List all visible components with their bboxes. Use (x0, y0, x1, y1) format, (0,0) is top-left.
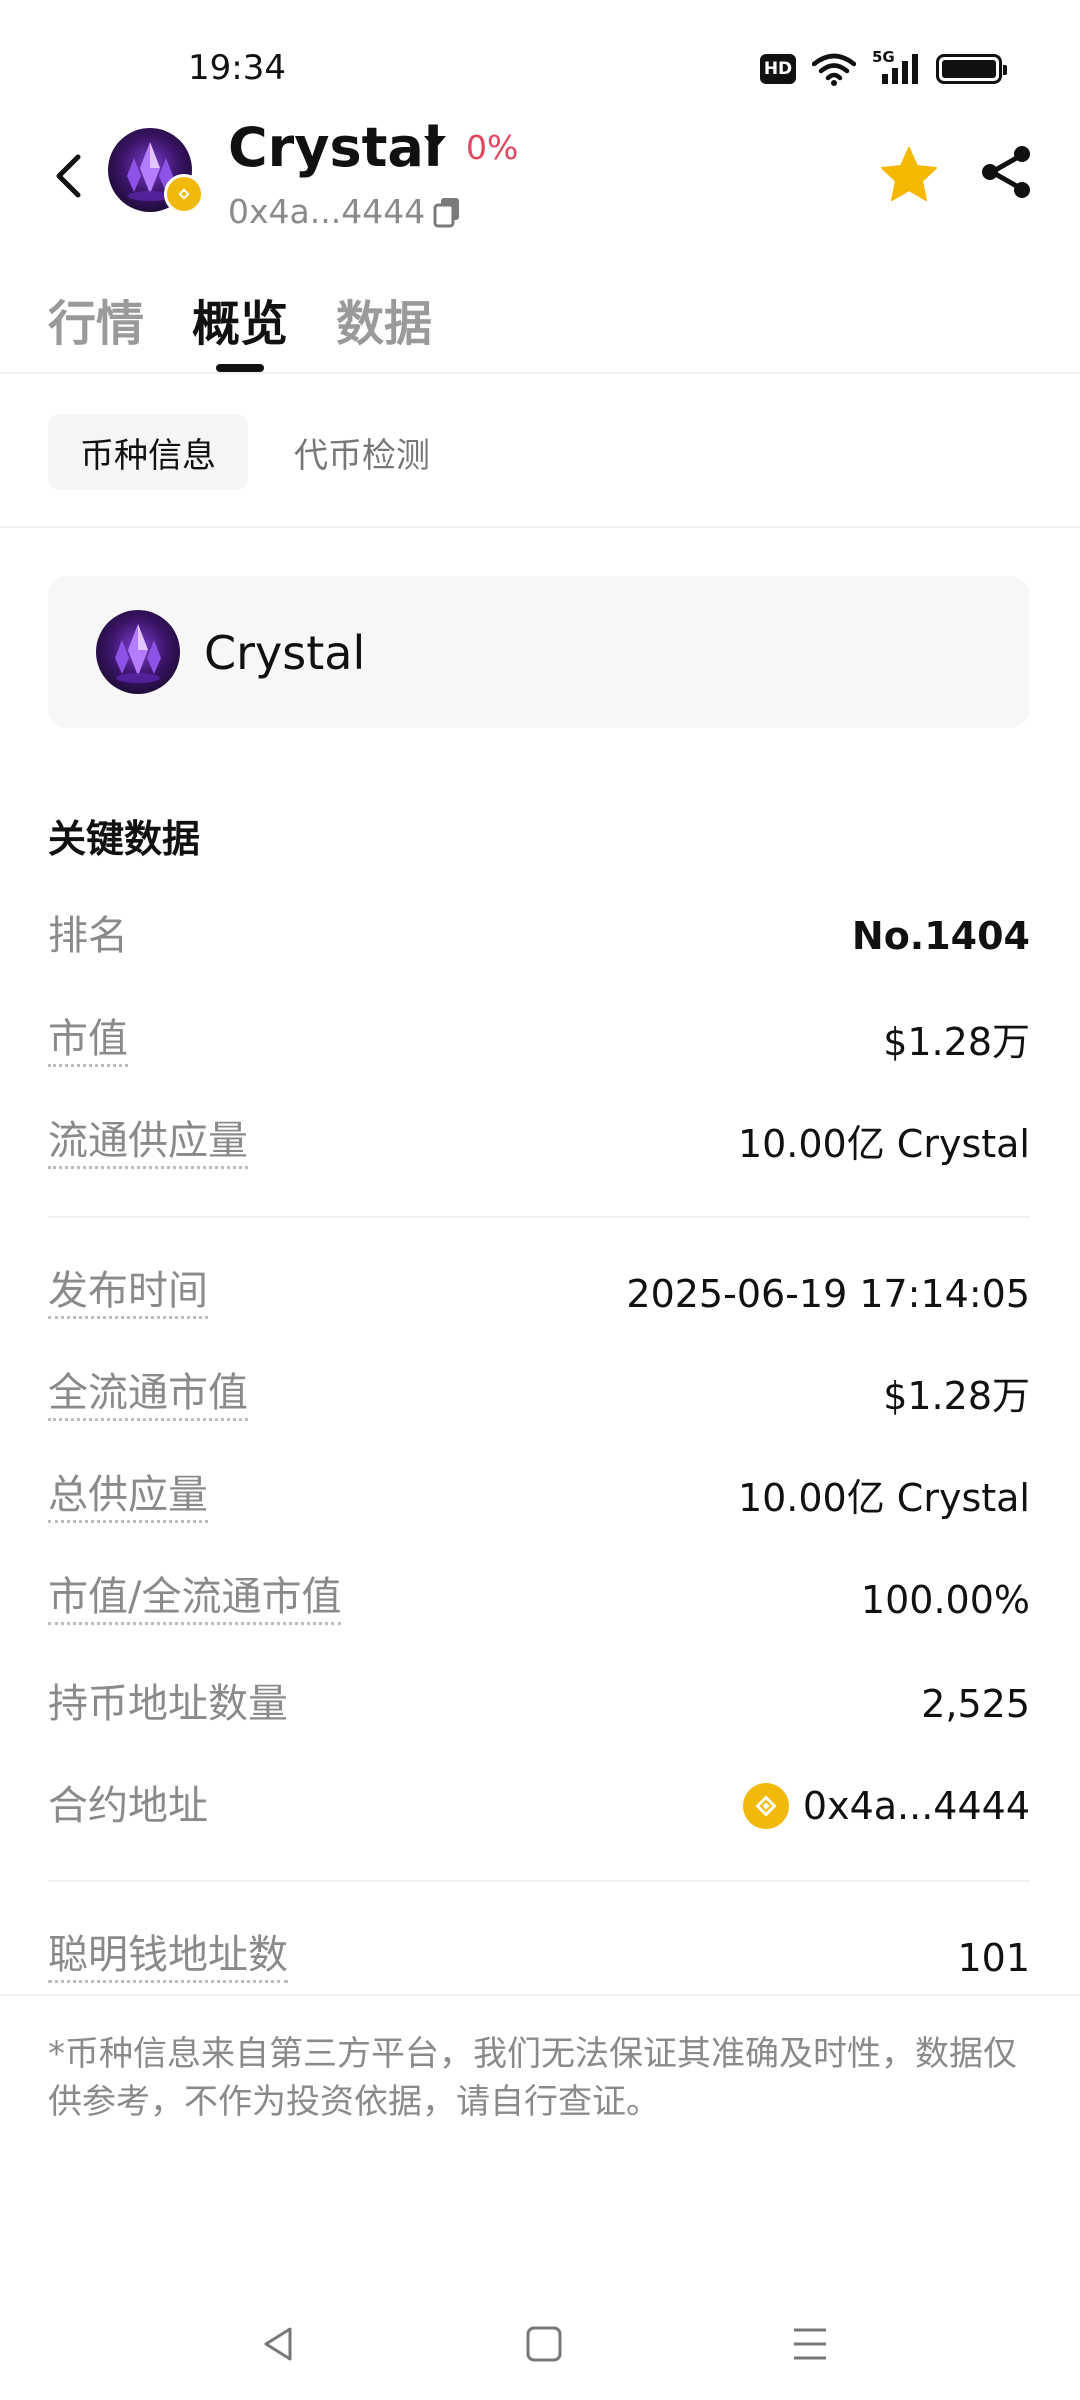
row-total-supply: 总供应量 10.00亿 Crystal (48, 1470, 1030, 1530)
row-contract-address: 合约地址 0x4a...4444 (48, 1778, 1030, 1838)
row-label[interactable]: 流通供应量 (48, 1116, 248, 1169)
row-value: 2025-06-19 17:14:05 (626, 1272, 1030, 1316)
system-nav-bar (0, 2280, 1080, 2400)
crystal-logo-icon (115, 624, 161, 683)
row-label: 合约地址 (48, 1783, 208, 1829)
subtab-token-check[interactable]: 代币检测 (262, 414, 462, 490)
contract-address-text: 0x4a...4444 (802, 1784, 1030, 1828)
active-tab-indicator (216, 364, 264, 372)
square-home-icon (526, 2326, 562, 2362)
row-label[interactable]: 发布时间 (48, 1266, 208, 1319)
row-label: 持币地址数量 (48, 1681, 288, 1727)
row-circulating-supply: 流通供应量 10.00亿 Crystal (48, 1116, 1030, 1176)
bnb-chain-icon (742, 1783, 789, 1829)
signal-icon: 5G (872, 48, 920, 86)
row-rank: 排名 No.1404 (48, 908, 1030, 968)
battery-icon (936, 54, 1007, 84)
subtab-coin-info[interactable]: 币种信息 (48, 414, 248, 490)
contract-address: 0x4a...4444 (228, 192, 426, 231)
row-fdv: 全流通市值 $1.28万 (48, 1368, 1030, 1428)
triangle-back-icon (264, 2327, 292, 2361)
token-header: Crystal 0% 0x4a...4444 (0, 110, 1080, 250)
key-data-title: 关键数据 (48, 817, 201, 861)
row-label[interactable]: 市值/全流通市值 (48, 1572, 342, 1625)
row-value: 100.00% (860, 1578, 1030, 1622)
card-token-name: Crystal (204, 626, 366, 680)
row-value: 101 (957, 1936, 1030, 1980)
bnb-chain-badge-icon (164, 174, 204, 214)
row-smart-money: 聪明钱地址数 101 (48, 1930, 1030, 1990)
back-button[interactable] (46, 146, 90, 206)
divider (48, 1216, 1030, 1218)
tab-market[interactable]: 行情 (48, 284, 144, 354)
divider (0, 1994, 1080, 1996)
row-label[interactable]: 聪明钱地址数 (48, 1930, 288, 1983)
row-market-cap: 市值 $1.28万 (48, 1014, 1030, 1074)
row-value: 2,525 (921, 1682, 1030, 1726)
row-value: 10.00亿 Crystal (737, 1476, 1030, 1520)
share-icon[interactable] (978, 144, 1034, 200)
tab-overview[interactable]: 概览 (192, 284, 288, 354)
row-label[interactable]: 全流通市值 (48, 1368, 248, 1421)
row-label[interactable]: 总供应量 (48, 1470, 208, 1523)
status-time: 19:34 (188, 48, 286, 88)
row-value: 10.00亿 Crystal (737, 1122, 1030, 1166)
divider (48, 1880, 1030, 1882)
tab-data[interactable]: 数据 (336, 284, 432, 354)
row-holders: 持币地址数量 2,525 (48, 1676, 1030, 1736)
nav-back-button[interactable] (248, 2314, 308, 2374)
token-avatar (96, 610, 180, 694)
row-value: $1.28万 (883, 1374, 1030, 1418)
contract-address-value[interactable]: 0x4a...4444 (742, 1778, 1030, 1834)
favorite-star-icon[interactable] (878, 144, 940, 206)
caret-down-icon[interactable] (424, 136, 446, 149)
price-change-percent: 0% (466, 128, 519, 167)
sub-tabs: 币种信息 代币检测 (0, 374, 1080, 528)
nav-menu-button[interactable] (780, 2314, 840, 2374)
token-card[interactable]: Crystal (48, 576, 1030, 728)
token-name[interactable]: Crystal (228, 116, 442, 179)
nav-home-button[interactable] (514, 2314, 574, 2374)
menu-lines-icon (794, 2328, 826, 2360)
row-label[interactable]: 市值 (48, 1014, 128, 1067)
wifi-icon (812, 53, 856, 86)
row-label: 排名 (48, 913, 128, 959)
row-value: $1.28万 (883, 1020, 1030, 1064)
status-icons: HD 5G (760, 48, 1007, 86)
hd-icon: HD (760, 54, 796, 84)
main-tabs: 行情 概览 数据 (0, 270, 1080, 374)
row-mcap-fdv-ratio: 市值/全流通市值 100.00% (48, 1572, 1030, 1632)
copy-icon[interactable] (432, 196, 462, 228)
row-value: No.1404 (851, 914, 1030, 958)
disclaimer-text: *币种信息来自第三方平台，我们无法保证其准确及时性，数据仅供参考，不作为投资依据… (48, 2034, 1017, 2122)
row-launch-time: 发布时间 2025-06-19 17:14:05 (48, 1266, 1030, 1326)
chevron-left-icon (56, 154, 81, 198)
